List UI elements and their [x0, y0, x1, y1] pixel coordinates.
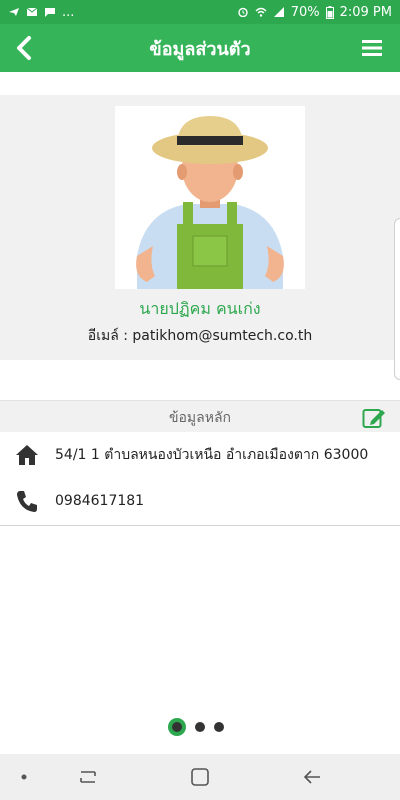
- farmer-avatar-icon: [136, 116, 284, 289]
- home-icon: [16, 445, 38, 465]
- recent-apps-icon: [80, 771, 96, 783]
- phone-text: 0984617181: [55, 493, 145, 509]
- recent-apps-button[interactable]: [76, 765, 100, 789]
- system-nav-bar: [0, 754, 400, 800]
- battery-icon: [325, 5, 334, 19]
- page-dot[interactable]: [214, 722, 224, 732]
- battery-percent: 70%: [290, 4, 320, 20]
- page-title: ข้อมูลส่วนตัว: [149, 38, 251, 60]
- overflow-indicator: ...: [62, 4, 75, 20]
- phone-icon: [17, 491, 37, 512]
- section-divider: [0, 525, 400, 526]
- edit-icon: [362, 409, 385, 428]
- hamburger-menu-icon: [362, 40, 382, 56]
- profile-email: อีเมล์ : patikhom@sumtech.co.th: [87, 328, 313, 344]
- back-nav-button[interactable]: [300, 765, 324, 789]
- chevron-left-icon: [17, 36, 31, 60]
- home-square-icon: [191, 768, 209, 786]
- notification-icons: ...: [8, 5, 74, 20]
- status-bar: ... 70% 2:09 PM: [0, 0, 400, 24]
- wifi-icon: [255, 7, 267, 17]
- edit-button[interactable]: [362, 407, 386, 429]
- telegram-icon: [9, 8, 19, 16]
- address-row: 54/1 1 ตำบลหนองบัวเหนือ อำเภอเมืองตาก 63…: [0, 432, 400, 478]
- page-dot[interactable]: [195, 722, 205, 732]
- phone-row: 0984617181: [0, 478, 400, 524]
- signal-icon: [273, 7, 284, 17]
- alarm-icon: [238, 7, 248, 17]
- mail-icon: [26, 7, 38, 16]
- page-indicator: [168, 718, 224, 736]
- dot-icon: [21, 774, 27, 780]
- avatar[interactable]: [115, 106, 305, 289]
- main-info-header: ข้อมูลหลัก: [0, 400, 400, 432]
- menu-button[interactable]: [354, 30, 390, 66]
- profile-card: นายปฏิคม คนเก่ง อีเมล์ : patikhom@sumtec…: [0, 95, 400, 360]
- message-icon: [45, 8, 55, 17]
- side-panel-handle[interactable]: [394, 218, 400, 380]
- profile-name: นายปฏิคม คนเก่ง: [139, 299, 261, 318]
- nav-dot-button[interactable]: [12, 765, 36, 789]
- home-button[interactable]: [188, 765, 212, 789]
- main-info-title: ข้อมูลหลัก: [168, 410, 232, 426]
- back-arrow-icon: [303, 770, 320, 784]
- page-dot-active[interactable]: [168, 718, 186, 736]
- system-icons: 70% 2:09 PM: [237, 5, 392, 20]
- app-bar: ข้อมูลส่วนตัว: [0, 24, 400, 72]
- address-text: 54/1 1 ตำบลหนองบัวเหนือ อำเภอเมืองตาก 63…: [55, 447, 369, 463]
- clock-time: 2:09 PM: [339, 4, 392, 20]
- back-button[interactable]: [6, 30, 42, 66]
